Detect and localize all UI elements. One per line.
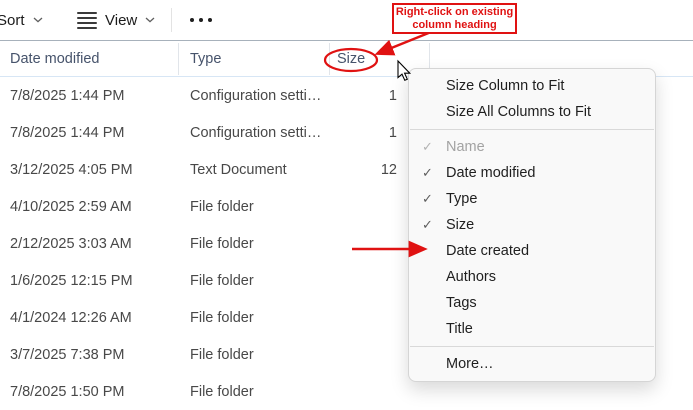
sort-button-label: Sort [0, 11, 25, 29]
cell-size: 1 [388, 124, 397, 141]
ellipsis-icon [199, 18, 203, 22]
menu-item-label: Size Column to Fit [446, 78, 565, 94]
checkmark-icon: ✓ [422, 217, 433, 232]
menu-item-label: Authors [446, 269, 496, 285]
command-toolbar: Sort View [0, 0, 693, 40]
cell-type: Text Document [190, 161, 287, 178]
column-header-size[interactable]: Size [337, 41, 365, 77]
ellipsis-icon [208, 18, 212, 22]
annotation-callout-line2: column heading [412, 18, 497, 31]
cell-date-modified: 1/6/2025 12:15 PM [10, 272, 133, 289]
cell-date-modified: 2/12/2025 3:03 AM [10, 235, 132, 252]
menu-item-label: Name [446, 139, 485, 155]
menu-separator [410, 129, 654, 130]
cell-type: File folder [190, 383, 254, 400]
see-more-button[interactable] [190, 12, 212, 28]
column-header-type[interactable]: Type [190, 41, 221, 77]
cell-date-modified: 4/1/2024 12:26 AM [10, 309, 132, 326]
menu-item-label: Size [446, 217, 475, 233]
ellipsis-icon [190, 18, 194, 22]
menu-item-tags[interactable]: Tags [409, 290, 655, 316]
chevron-down-icon [145, 17, 155, 23]
cell-date-modified: 3/7/2025 7:38 PM [10, 346, 125, 363]
menu-item-date-created[interactable]: Date created [409, 238, 655, 264]
cell-type: File folder [190, 272, 254, 289]
cell-date-modified: 3/12/2025 4:05 PM [10, 161, 133, 178]
menu-item-label: Date modified [446, 165, 536, 181]
cell-size: 12 [380, 161, 397, 178]
cell-size [340, 225, 397, 262]
cell-size [340, 188, 397, 225]
menu-item-label: More… [446, 356, 494, 372]
column-divider[interactable] [329, 43, 330, 75]
annotation-callout-box: Right-click on existing column heading [392, 3, 517, 34]
menu-item-title[interactable]: Title [409, 316, 655, 342]
cell-type: Configuration setti… [190, 124, 322, 141]
menu-item-label: Tags [446, 295, 477, 311]
checkmark-icon: ✓ [422, 165, 433, 180]
checkmark-icon: ✓ [422, 139, 433, 154]
annotation-callout-line1: Right-click on existing [395, 6, 514, 18]
menu-item-name: ✓ Name [409, 134, 655, 160]
column-context-menu: Size Column to Fit Size All Columns to F… [408, 68, 656, 382]
chevron-down-icon [33, 17, 42, 23]
column-divider[interactable] [178, 43, 179, 75]
cell-size [340, 373, 397, 410]
cell-size [340, 262, 397, 299]
toolbar-separator [171, 8, 172, 32]
cell-type: File folder [190, 235, 254, 252]
menu-item-label: Size All Columns to Fit [446, 104, 592, 120]
view-button[interactable]: View [77, 6, 155, 34]
menu-item-size-all-columns-to-fit[interactable]: Size All Columns to Fit [409, 99, 655, 125]
cell-type: File folder [190, 346, 254, 363]
cell-date-modified: 4/10/2025 2:59 AM [10, 198, 132, 215]
file-explorer-window: Sort View Date modified Type Size 7/8/20 [0, 0, 693, 410]
menu-item-label: Title [446, 321, 473, 337]
cell-size [340, 299, 397, 336]
cell-date-modified: 7/8/2025 1:44 PM [10, 87, 125, 104]
view-button-label: View [105, 11, 138, 29]
menu-item-label: Date created [446, 243, 530, 259]
list-lines-icon [77, 11, 97, 29]
column-header-date-modified[interactable]: Date modified [10, 41, 99, 77]
cell-type: File folder [190, 309, 254, 326]
cell-date-modified: 7/8/2025 1:44 PM [10, 124, 125, 141]
menu-item-size[interactable]: ✓ Size [409, 212, 655, 238]
menu-item-size-column-to-fit[interactable]: Size Column to Fit [409, 73, 655, 99]
menu-item-authors[interactable]: Authors [409, 264, 655, 290]
cell-date-modified: 7/8/2025 1:50 PM [10, 383, 125, 400]
cell-size: 1 [388, 87, 397, 104]
menu-item-more[interactable]: More… [409, 351, 655, 377]
menu-separator [410, 346, 654, 347]
sort-button[interactable]: Sort [0, 6, 43, 34]
checkmark-icon: ✓ [422, 191, 433, 206]
cell-type: File folder [190, 198, 254, 215]
menu-item-label: Type [446, 191, 478, 207]
menu-item-type[interactable]: ✓ Type [409, 186, 655, 212]
menu-item-date-modified[interactable]: ✓ Date modified [409, 160, 655, 186]
cell-size [340, 336, 397, 373]
cell-type: Configuration setti… [190, 87, 322, 104]
